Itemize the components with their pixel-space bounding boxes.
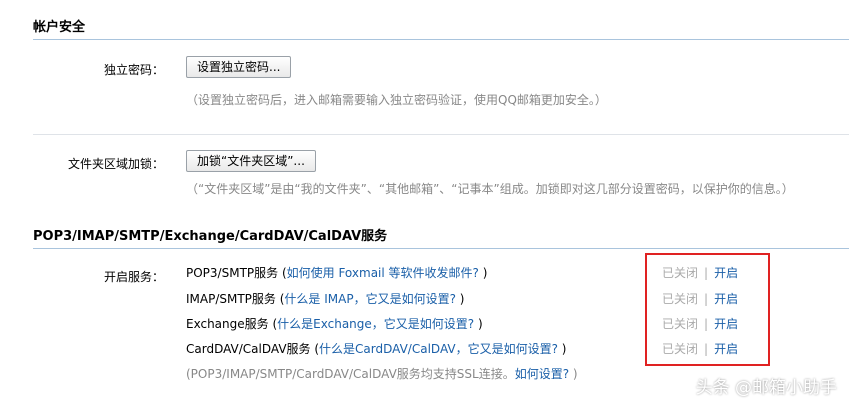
- service-name: IMAP/SMTP服务: [186, 292, 276, 306]
- independent-password-label: 独立密码：: [103, 63, 164, 77]
- folder-lock-label: 文件夹区域加锁：: [67, 157, 164, 171]
- ssl-note-text: (POP3/IMAP/SMTP/CardDAV/CalDAV服务均支持SSL连接…: [186, 367, 515, 381]
- service-row-carddav-caldav: CardDAV/CalDAV服务 (什么是CardDAV/CalDAV，它又是如…: [186, 340, 566, 357]
- highlight-box: [645, 253, 770, 366]
- help-link[interactable]: 什么是CardDAV/CalDAV，它又是如何设置?: [319, 342, 558, 356]
- watermark: 头条 @邮箱小助手: [695, 378, 837, 398]
- enable-services-label: 开启服务：: [103, 270, 164, 284]
- lock-folder-area-button[interactable]: 加锁“文件夹区域”...: [186, 150, 316, 172]
- paren-close: ): [474, 317, 483, 331]
- ssl-note-close: ): [569, 367, 578, 381]
- ssl-setup-link[interactable]: 如何设置?: [515, 367, 569, 381]
- paren-close: ): [557, 342, 567, 356]
- paren-close: ): [455, 292, 465, 306]
- section-title-services: POP3/IMAP/SMTP/Exchange/CardDAV/CalDAV服务: [33, 229, 388, 244]
- help-link[interactable]: 什么是Exchange，它又是如何设置?: [277, 317, 474, 331]
- paren-open: (: [278, 266, 287, 280]
- section-divider: [33, 248, 849, 249]
- paren-open: (: [268, 317, 278, 331]
- independent-password-hint: （设置独立密码后，进入邮箱需要输入独立密码验证，使用QQ邮箱更加安全。）: [186, 93, 607, 107]
- folder-lock-hint: （“文件夹区域”是由“我的文件夹”、“其他邮箱”、“记事本”组成。加锁即对这几部…: [186, 182, 794, 196]
- service-name: POP3/SMTP服务: [186, 266, 279, 280]
- service-name: CardDAV/CalDAV服务: [186, 342, 311, 356]
- row-divider: [33, 134, 849, 135]
- service-row-pop3-smtp: POP3/SMTP服务 (如何使用 Foxmail 等软件收发邮件? ): [186, 264, 487, 281]
- help-link[interactable]: 什么是 IMAP，它又是如何设置?: [284, 292, 456, 306]
- help-link[interactable]: 如何使用 Foxmail 等软件收发邮件?: [287, 266, 479, 280]
- service-name: Exchange服务: [186, 317, 269, 331]
- section-title-account-security: 帐户安全: [33, 20, 86, 35]
- section-divider: [33, 39, 849, 40]
- set-independent-password-button[interactable]: 设置独立密码...: [186, 56, 292, 78]
- ssl-note: (POP3/IMAP/SMTP/CardDAV/CalDAV服务均支持SSL连接…: [186, 365, 578, 382]
- paren-open: (: [310, 342, 320, 356]
- paren-close: ): [478, 266, 488, 280]
- service-row-exchange: Exchange服务 (什么是Exchange，它又是如何设置? ): [186, 315, 483, 332]
- service-row-imap-smtp: IMAP/SMTP服务 (什么是 IMAP，它又是如何设置? ): [186, 290, 464, 307]
